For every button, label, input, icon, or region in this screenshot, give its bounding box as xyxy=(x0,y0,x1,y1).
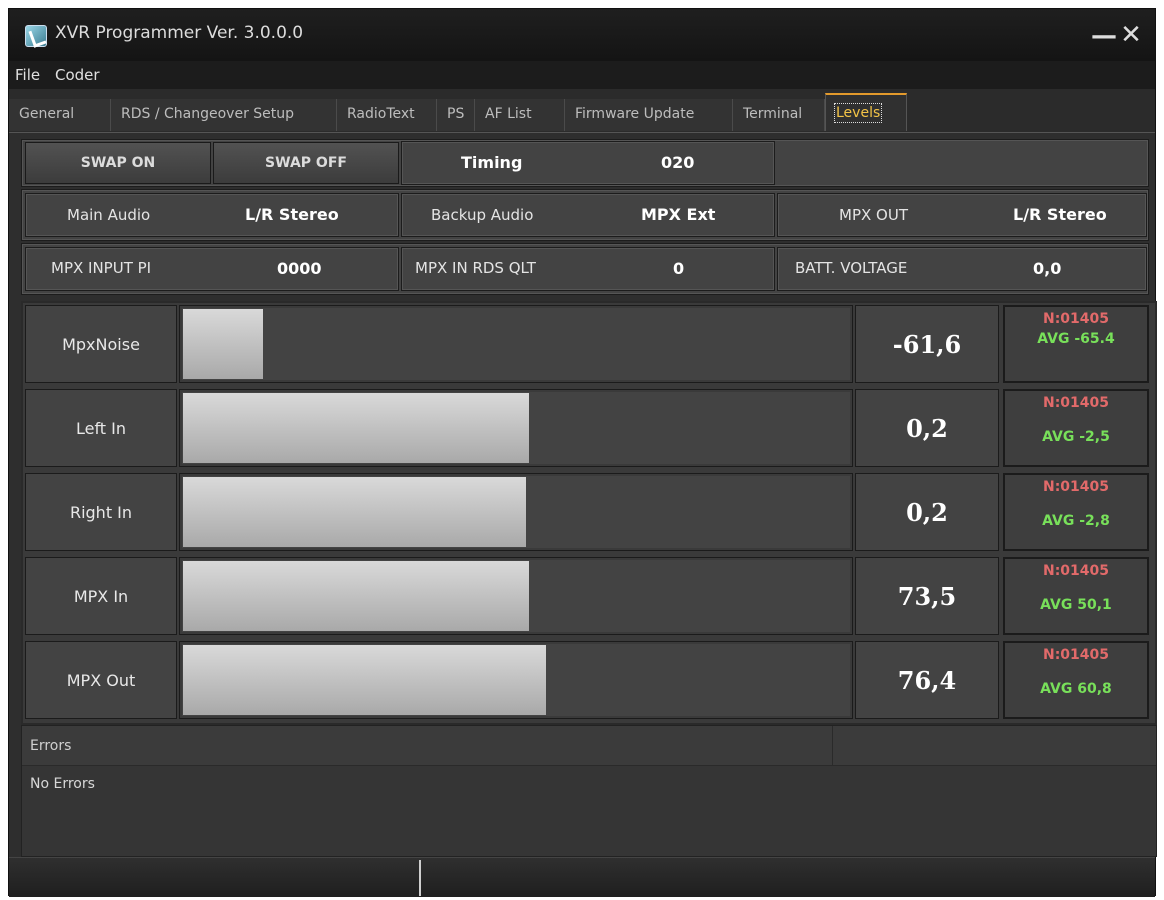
batt-voltage-label: BATT. VOLTAGE xyxy=(795,259,908,277)
tab-terminal[interactable]: Terminal xyxy=(733,99,825,131)
close-icon[interactable]: ✕ xyxy=(1119,22,1143,48)
stat-n: N:01405 xyxy=(1042,647,1110,663)
window-title: XVR Programmer Ver. 3.0.0.0 xyxy=(55,23,304,43)
meter-stats-left-in: N:01405 AVG -2,5 xyxy=(1003,389,1149,467)
rds-qlt-value: 0 xyxy=(673,259,685,278)
timing-value: 020 xyxy=(661,153,695,172)
stat-n: N:01405 xyxy=(1042,479,1110,495)
stat-avg: AVG -2,8 xyxy=(1042,513,1110,529)
status-bar-separator xyxy=(419,860,421,896)
swap-on-button[interactable]: SWAP ON xyxy=(25,142,211,184)
tab-general[interactable]: General xyxy=(9,99,111,131)
timing-box xyxy=(401,141,775,185)
timing-label: Timing xyxy=(461,153,523,172)
stat-avg: AVG -2,5 xyxy=(1042,429,1110,445)
main-audio-label: Main Audio xyxy=(67,206,151,224)
meter-bar-mpx-out xyxy=(179,641,853,719)
stat-n: N:01405 xyxy=(1042,395,1110,411)
main-audio-value: L/R Stereo xyxy=(245,205,339,224)
batt-voltage-value: 0,0 xyxy=(1033,259,1062,278)
stat-avg: AVG 60,8 xyxy=(1040,681,1112,697)
meter-value-mpx-in: 73,5 xyxy=(855,557,999,635)
app-icon xyxy=(25,25,47,47)
backup-audio-value: MPX Ext xyxy=(641,205,716,224)
meter-label-left-in: Left In xyxy=(25,389,177,467)
tab-radiotext[interactable]: RadioText xyxy=(337,99,437,131)
meter-label-mpx-in: MPX In xyxy=(25,557,177,635)
meter-value-right-in: 0,2 xyxy=(855,473,999,551)
meter-fill xyxy=(183,393,529,463)
tab-af-list[interactable]: AF List xyxy=(475,99,565,131)
meter-stats-mpxnoise: N:01405 AVG -65.4 xyxy=(1003,305,1149,383)
mpx-out-label: MPX OUT xyxy=(839,206,908,224)
tab-levels-label: Levels xyxy=(833,103,883,123)
errors-message: No Errors xyxy=(30,776,95,792)
meter-stats-mpx-in: N:01405 AVG 50,1 xyxy=(1003,557,1149,635)
rds-qlt-label: MPX IN RDS QLT xyxy=(415,259,536,277)
column-divider[interactable] xyxy=(832,726,833,766)
meter-fill xyxy=(183,309,263,379)
tab-levels[interactable]: Levels xyxy=(825,93,907,131)
stat-avg: AVG -65.4 xyxy=(1037,331,1115,347)
stat-avg: AVG 50,1 xyxy=(1040,597,1112,613)
title-bar[interactable]: XVR Programmer Ver. 3.0.0.0 — ✕ xyxy=(9,9,1155,61)
meter-fill xyxy=(183,477,526,547)
meter-label-mpxnoise: MpxNoise xyxy=(25,305,177,383)
errors-header: Errors xyxy=(22,726,1156,766)
mpx-input-pi-label: MPX INPUT PI xyxy=(51,259,152,277)
swap-off-button[interactable]: SWAP OFF xyxy=(213,142,399,184)
meter-bar-mpx-in xyxy=(179,557,853,635)
minimize-icon[interactable]: — xyxy=(1091,23,1117,49)
meter-bar-mpxnoise xyxy=(179,305,853,383)
meter-value-left-in: 0,2 xyxy=(855,389,999,467)
meter-fill xyxy=(183,645,546,715)
errors-title: Errors xyxy=(30,738,72,754)
meter-fill xyxy=(183,561,529,631)
menu-file[interactable]: File xyxy=(15,66,40,84)
status-bar xyxy=(9,857,1155,897)
meter-bar-right-in xyxy=(179,473,853,551)
meter-label-mpx-out: MPX Out xyxy=(25,641,177,719)
menu-coder[interactable]: Coder xyxy=(55,66,100,84)
tab-firmware-update[interactable]: Firmware Update xyxy=(565,99,733,131)
tab-ps[interactable]: PS xyxy=(437,99,475,131)
menu-bar: File Coder xyxy=(9,61,1155,89)
tab-bar: General RDS / Changeover Setup RadioText… xyxy=(9,89,1155,133)
mpx-input-pi-value: 0000 xyxy=(277,259,322,278)
meter-bar-left-in xyxy=(179,389,853,467)
errors-panel[interactable]: Errors No Errors xyxy=(21,725,1157,857)
stat-n: N:01405 xyxy=(1042,311,1110,327)
app-window: XVR Programmer Ver. 3.0.0.0 — ✕ File Cod… xyxy=(8,8,1157,897)
meter-stats-mpx-out: N:01405 AVG 60,8 xyxy=(1003,641,1149,719)
tab-rds-changeover-setup[interactable]: RDS / Changeover Setup xyxy=(111,99,337,131)
backup-audio-label: Backup Audio xyxy=(431,206,534,224)
meter-stats-right-in: N:01405 AVG -2,8 xyxy=(1003,473,1149,551)
meter-value-mpx-out: 76,4 xyxy=(855,641,999,719)
meter-value-mpxnoise: -61,6 xyxy=(855,305,999,383)
level-meters-panel: MpxNoise -61,6 N:01405 AVG -65.4 Left In… xyxy=(21,301,1157,725)
stat-n: N:01405 xyxy=(1042,563,1110,579)
meter-label-right-in: Right In xyxy=(25,473,177,551)
mpx-out-value: L/R Stereo xyxy=(1013,205,1107,224)
